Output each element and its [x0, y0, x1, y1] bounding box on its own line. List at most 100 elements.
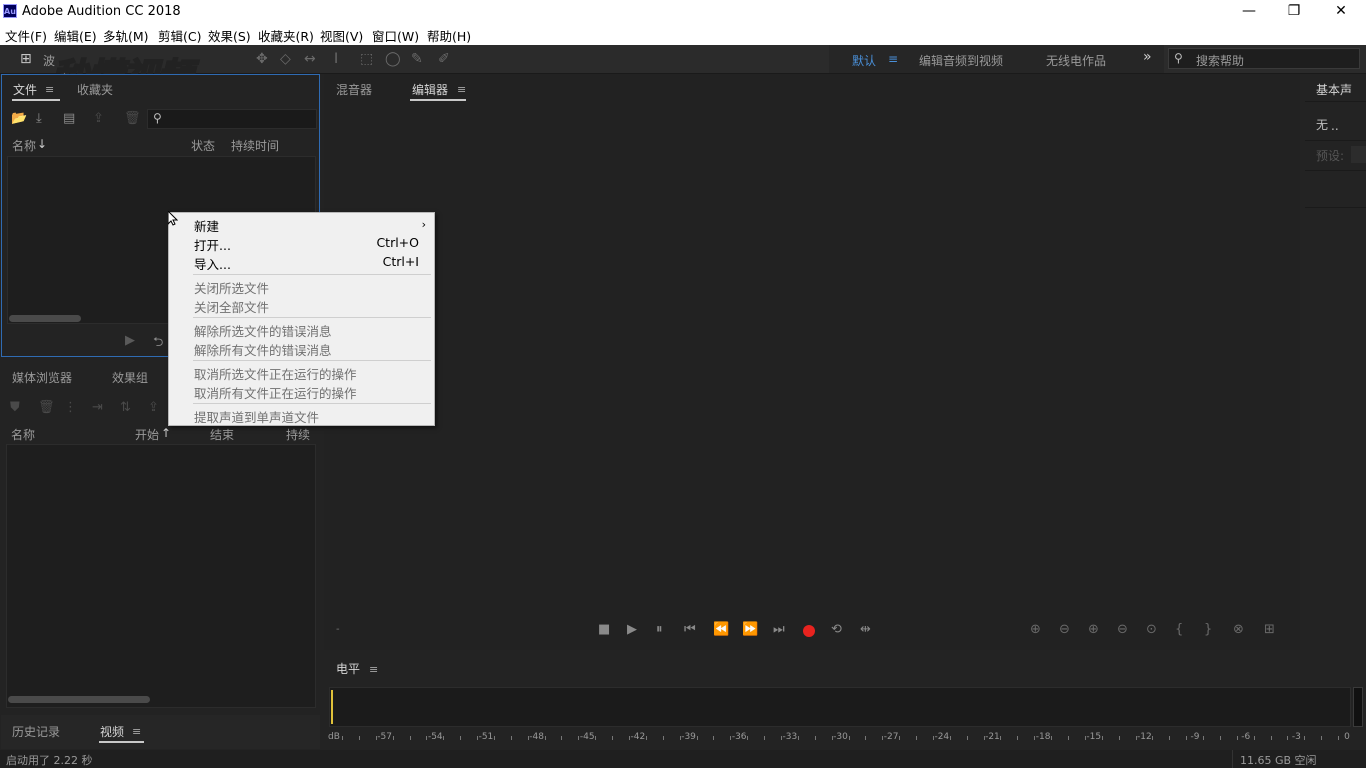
- workspace-default[interactable]: 默认: [852, 52, 876, 69]
- zoom-out-amplitude-icon[interactable]: ⊖: [1059, 622, 1070, 637]
- new-file-icon[interactable]: ▤: [63, 111, 75, 126]
- razor-tool-icon[interactable]: ◇: [280, 51, 291, 67]
- preset-dropdown[interactable]: [1351, 146, 1366, 163]
- menu-effects[interactable]: 效果(S): [208, 26, 251, 45]
- merge-marker-icon[interactable]: ⇅: [120, 400, 131, 415]
- menu-favorites[interactable]: 收藏夹(R): [258, 26, 314, 45]
- menu-item-cancel-selected-operations[interactable]: 取消所选文件正在运行的操作: [194, 364, 357, 383]
- spot-healing-tool-icon[interactable]: ✐: [438, 51, 450, 67]
- workspace-edit-audio-to-video[interactable]: 编辑音频到视频: [919, 52, 1003, 69]
- zoom-in-time-icon[interactable]: ⊕: [1088, 622, 1099, 637]
- level-scale-tick: [1219, 736, 1221, 740]
- brush-tool-icon[interactable]: ✎: [411, 51, 423, 67]
- menu-help[interactable]: 帮助(H): [427, 26, 471, 45]
- zoom-in-at-start-icon[interactable]: {: [1175, 622, 1183, 637]
- level-scale-label: -3: [1291, 732, 1301, 742]
- level-meter-title[interactable]: 电平: [336, 660, 360, 677]
- clip-indicator[interactable]: [1353, 687, 1363, 727]
- menu-item-dismiss-all-errors[interactable]: 解除所有文件的错误消息: [194, 340, 332, 359]
- column-duration[interactable]: 持续时间: [231, 137, 279, 154]
- tab-favorites[interactable]: 收藏夹: [77, 81, 113, 98]
- zoom-to-selection-icon[interactable]: ⊗: [1233, 622, 1244, 637]
- menu-multitrack[interactable]: 多轨(M): [103, 26, 149, 45]
- record-icon[interactable]: [803, 625, 815, 637]
- fast-forward-icon[interactable]: ⏩: [742, 622, 758, 637]
- menu-item-open[interactable]: 打开...: [194, 235, 231, 254]
- menu-item-cancel-all-operations[interactable]: 取消所有文件正在运行的操作: [194, 383, 357, 402]
- tab-video[interactable]: 视频: [100, 723, 124, 740]
- menu-view[interactable]: 视图(V): [320, 26, 363, 45]
- workspace-menu-icon[interactable]: ≡: [888, 52, 898, 66]
- menu-item-close-selected[interactable]: 关闭所选文件: [194, 278, 269, 297]
- column-start[interactable]: 开始: [135, 426, 159, 443]
- insert-into-multitrack-icon[interactable]: ⇪: [93, 111, 104, 126]
- loop-playback-icon[interactable]: ⟲: [831, 622, 842, 637]
- level-panel-menu-icon[interactable]: ≡: [369, 663, 378, 676]
- marquee-tool-icon[interactable]: ⬚: [360, 51, 373, 67]
- column-end[interactable]: 结束: [210, 426, 234, 443]
- zoom-out-time-icon[interactable]: ⊖: [1117, 622, 1128, 637]
- tab-mixer[interactable]: 混音器: [336, 81, 372, 98]
- pause-icon[interactable]: ⏸: [656, 622, 663, 637]
- shield-icon[interactable]: ⛊: [10, 400, 20, 415]
- column-status[interactable]: 状态: [191, 137, 215, 154]
- files-panel-menu-icon[interactable]: ≡: [45, 83, 54, 96]
- time-selection-tool-icon[interactable]: I: [334, 51, 338, 67]
- zoom-out-full-icon[interactable]: ⊙: [1146, 622, 1157, 637]
- move-playhead-previous-icon[interactable]: ⏮: [684, 622, 696, 637]
- marker-icon[interactable]: ⋮: [64, 400, 77, 415]
- delete-icon[interactable]: 🗑: [124, 111, 141, 126]
- column-name[interactable]: 名称: [11, 426, 35, 443]
- media-list[interactable]: [6, 444, 316, 708]
- menu-edit[interactable]: 编辑(E): [54, 26, 97, 45]
- essential-sound-title[interactable]: 基本声: [1316, 81, 1352, 98]
- minimize-button[interactable]: —: [1226, 0, 1272, 23]
- files-horizontal-scrollbar[interactable]: [9, 315, 81, 322]
- menu-item-extract-channels[interactable]: 提取声道到单声道文件: [194, 407, 319, 426]
- column-name[interactable]: 名称: [12, 137, 36, 154]
- slip-tool-icon[interactable]: ↔: [304, 51, 316, 67]
- help-search-input[interactable]: ⚲ 搜索帮助: [1168, 48, 1360, 69]
- menu-window[interactable]: 窗口(W): [372, 26, 419, 45]
- move-tool-icon[interactable]: ✥: [256, 51, 268, 67]
- media-horizontal-scrollbar[interactable]: [8, 696, 150, 703]
- files-search-input[interactable]: ⚲: [147, 109, 317, 129]
- loop-preview-icon[interactable]: ⮌: [153, 333, 163, 355]
- restore-button[interactable]: ❐: [1271, 0, 1317, 23]
- menu-item-close-all[interactable]: 关闭全部文件: [194, 297, 269, 316]
- rewind-icon[interactable]: ⏪: [713, 622, 729, 637]
- zoom-in-at-end-icon[interactable]: }: [1204, 622, 1212, 637]
- zoom-in-amplitude-icon[interactable]: ⊕: [1030, 622, 1041, 637]
- level-scale-tick: [1034, 736, 1036, 740]
- clip-type-none[interactable]: 无: [1316, 116, 1328, 133]
- video-panel-menu-icon[interactable]: ≡: [132, 725, 141, 738]
- workspace-radio-production[interactable]: 无线电作品: [1046, 52, 1106, 69]
- mouse-cursor-icon: [168, 211, 178, 226]
- tab-files[interactable]: 文件: [13, 81, 37, 98]
- skip-selection-icon[interactable]: ⇹: [860, 622, 871, 637]
- menu-clip[interactable]: 剪辑(C): [158, 26, 201, 45]
- trash-icon[interactable]: 🗑: [38, 400, 55, 415]
- import-file-icon[interactable]: ⤓: [36, 111, 42, 126]
- workspace-more-button[interactable]: »: [1143, 49, 1152, 65]
- editor-panel-menu-icon[interactable]: ≡: [457, 83, 466, 96]
- menu-item-new[interactable]: 新建: [194, 216, 219, 235]
- export-icon[interactable]: ⇪: [148, 400, 159, 415]
- menu-item-dismiss-selected-errors[interactable]: 解除所选文件的错误消息: [194, 321, 332, 340]
- open-file-icon[interactable]: 📂: [11, 111, 27, 126]
- play-preview-icon[interactable]: ▶: [125, 333, 135, 348]
- close-button[interactable]: ✕: [1318, 0, 1364, 23]
- move-playhead-next-icon[interactable]: ⏭: [773, 622, 785, 637]
- tab-editor[interactable]: 编辑器: [412, 81, 448, 98]
- menu-item-import[interactable]: 导入...: [194, 254, 231, 273]
- play-icon[interactable]: ▶: [627, 622, 637, 637]
- tab-media-browser[interactable]: 媒体浏览器: [12, 369, 72, 386]
- waveform-view-icon[interactable]: ⊞: [20, 51, 32, 67]
- menu-file[interactable]: 文件(F): [5, 26, 47, 45]
- lasso-tool-icon[interactable]: ◯: [385, 51, 401, 67]
- tab-effects-rack[interactable]: 效果组: [112, 369, 148, 386]
- zoom-to-fit-icon[interactable]: ⊞: [1264, 622, 1275, 637]
- stop-icon[interactable]: ■: [598, 622, 610, 637]
- insert-marker-icon[interactable]: ⇥: [92, 400, 103, 415]
- tab-history[interactable]: 历史记录: [12, 723, 60, 740]
